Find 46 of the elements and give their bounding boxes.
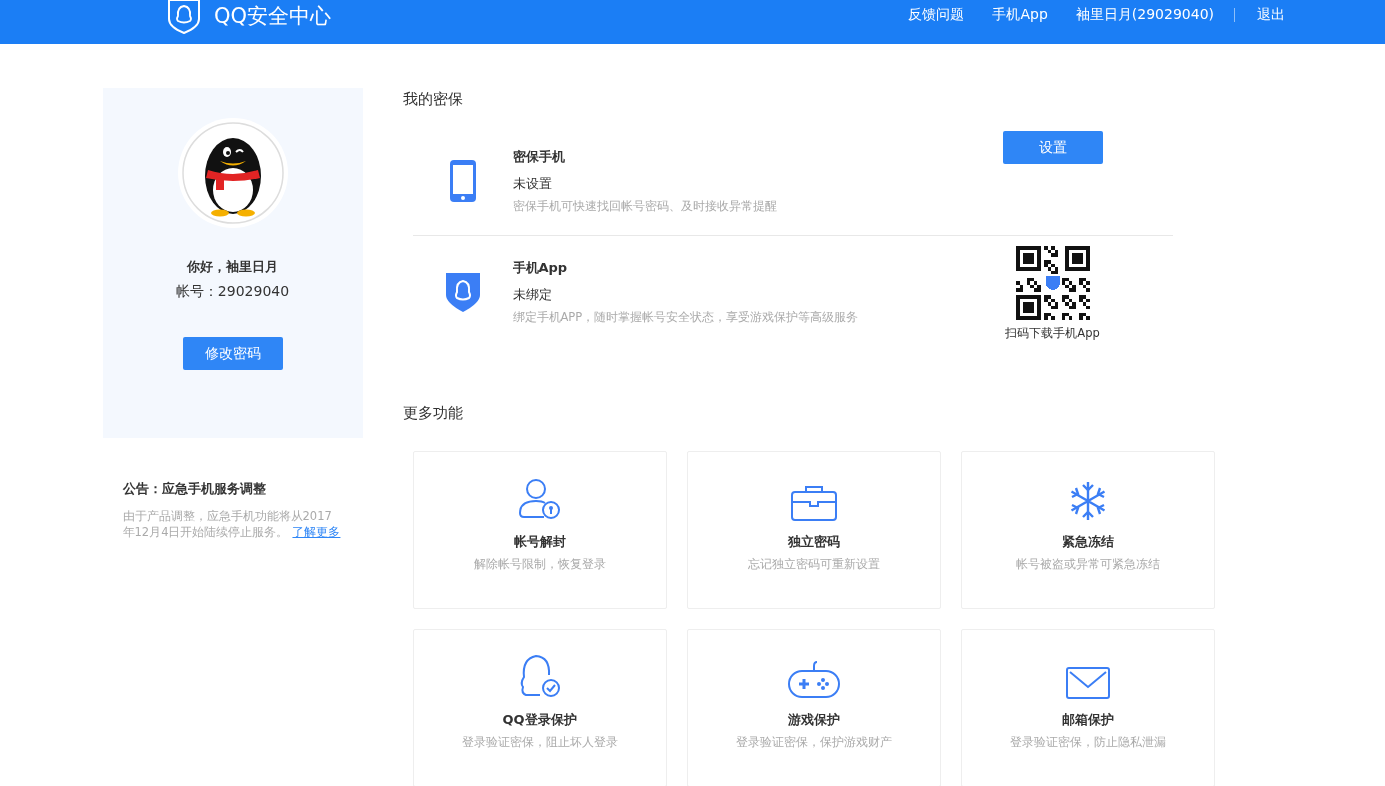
feature-description: 登录验证密保，防止隐私泄漏 (1009, 735, 1166, 750)
feature-title: 邮箱保护 (1061, 711, 1114, 729)
feature-title: 帐号解封 (513, 533, 566, 551)
nav-link[interactable]: 袖里日月(29029040) (1075, 6, 1214, 24)
feature-description: 忘记独立密码可重新设置 (747, 557, 880, 572)
nav-link[interactable]: 退出 (1257, 6, 1285, 24)
phone-icon (448, 159, 477, 203)
feature-description: 解除帐号限制，恢复登录 (473, 557, 606, 572)
section-title: 我的密保 (402, 89, 464, 109)
feature-description: 登录验证密保，保护游戏财产 (735, 735, 892, 750)
item-title: 密保手机 (512, 148, 566, 166)
section-title: 更多功能 (402, 403, 464, 423)
feature-card[interactable]: 游戏保护 登录验证密保，保护游戏财产 (686, 629, 941, 786)
envelope-icon (1065, 667, 1110, 699)
shield-logo-icon (166, 0, 202, 35)
toolbox-icon (790, 485, 837, 521)
site-title: QQ安全中心 (214, 3, 332, 30)
feature-card[interactable]: 邮箱保护 登录验证密保，防止隐私泄漏 (960, 629, 1215, 786)
notice-title: 公告：应急手机服务调整 (122, 480, 267, 498)
learn-more-link[interactable]: 了解更多 (292, 525, 341, 539)
account-number: 帐号：29029040 (175, 283, 290, 301)
nav-link[interactable]: 反馈问题 (908, 6, 965, 24)
feature-description: 登录验证密保，阻止坏人登录 (461, 735, 618, 750)
item-description: 绑定手机APP，随时掌握帐号安全状态，享受游戏保护等高级服务 (512, 310, 860, 325)
feature-description: 帐号被盗或异常可紧急冻结 (1015, 557, 1160, 572)
feature-card[interactable]: 帐号解封 解除帐号限制，恢复登录 (412, 451, 667, 609)
item-status: 未绑定 (512, 286, 553, 304)
feature-title: 游戏保护 (787, 711, 840, 729)
shield-icon (444, 271, 481, 313)
feature-title: QQ登录保护 (502, 711, 577, 729)
qr-caption: 扫码下载手机App (1005, 326, 1100, 341)
feature-card[interactable]: 紧急冻结 帐号被盗或异常可紧急冻结 (960, 451, 1215, 609)
setup-button[interactable]: 设置 (1002, 131, 1103, 164)
feature-card[interactable]: QQ登录保护 登录验证密保，阻止坏人登录 (412, 629, 667, 786)
item-description: 密保手机可快速找回帐号密码、及时接收异常提醒 (512, 199, 778, 214)
item-status: 未设置 (512, 175, 553, 193)
gamepad-icon (787, 659, 840, 699)
notice-text: 由于产品调整，应急手机功能将从2017年12月4日开始陆续停止服务。 了解更多 (122, 508, 342, 540)
feature-title: 独立密码 (787, 533, 840, 551)
user-key-icon (517, 477, 562, 521)
nav-link[interactable]: 手机App (992, 6, 1048, 24)
feature-card[interactable]: 独立密码 忘记独立密码可重新设置 (686, 451, 941, 609)
feature-title: 紧急冻结 (1061, 533, 1114, 551)
item-title: 手机App (512, 259, 569, 277)
greeting-text: 你好，袖里日月 (187, 258, 278, 276)
change-password-button[interactable]: 修改密码 (182, 337, 283, 370)
